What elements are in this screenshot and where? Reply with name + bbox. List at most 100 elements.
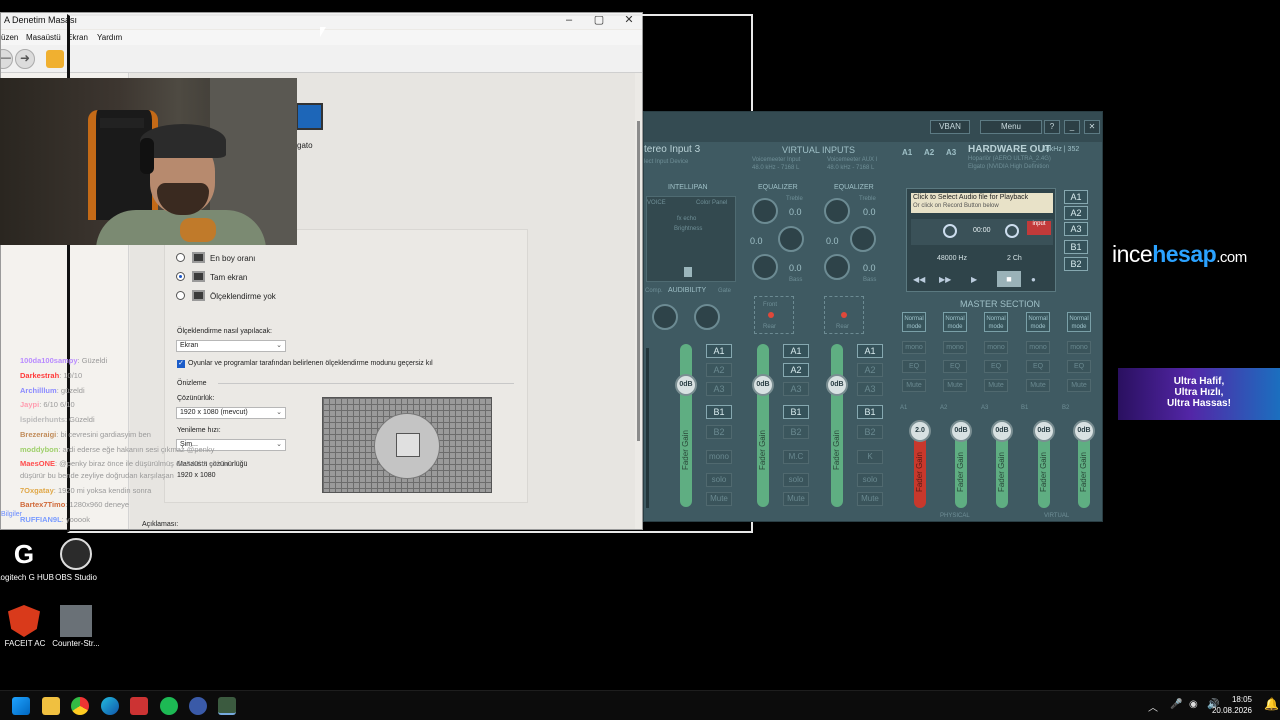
route-b2-button[interactable]: B2 [706,425,732,439]
player-b2-button[interactable]: B2 [1064,257,1088,271]
rewind-icon[interactable]: ◀◀ [913,275,925,284]
vi2-b2-button[interactable]: B2 [857,425,883,439]
master-a2-mute[interactable]: Mute [943,379,967,392]
strip-3-fader-knob[interactable]: 0dB [675,374,697,396]
help-button[interactable]: ? [1044,120,1060,134]
master-a1-eq[interactable]: EQ [902,360,926,373]
eq-1-knob-c[interactable] [752,254,778,280]
minimize-button[interactable]: _ [1064,120,1080,134]
player-b1-button[interactable]: B1 [1064,240,1088,254]
edge-icon[interactable] [101,697,119,715]
master-b1-mono[interactable]: mono [1026,341,1050,354]
eq-2-knob-c[interactable] [824,254,850,280]
faceit-ac-icon[interactable] [8,605,40,637]
hw-select-a3[interactable]: A3 [946,148,956,157]
record-icon[interactable]: ● [1031,275,1036,284]
vi1-a3-button[interactable]: A3 [783,382,809,396]
route-a2-button[interactable]: A2 [706,363,732,377]
vi2-a2-button[interactable]: A2 [857,363,883,377]
master-a2-mode[interactable]: Normal mode [943,312,967,332]
play-icon[interactable]: ▶ [971,275,977,284]
eq-1-knob-b[interactable] [778,226,804,252]
vi2-solo-button[interactable]: solo [857,473,883,487]
master-a3-mono[interactable]: mono [984,341,1008,354]
fast-forward-icon[interactable]: ▶▶ [939,275,951,284]
pan-2-dot[interactable] [841,312,847,318]
vi2-fader-knob[interactable]: 0dB [826,374,848,396]
spotify-icon[interactable] [160,697,178,715]
route-a1-button[interactable]: A1 [706,344,732,358]
steam-icon[interactable] [189,697,207,715]
menu-item-edit[interactable]: üzen [1,33,18,42]
master-b1-fader-knob[interactable]: 0dB [1033,420,1055,442]
vi1-fader[interactable] [757,344,769,507]
obs-studio-icon[interactable] [60,538,92,570]
eq-2-knob-b[interactable] [850,226,876,252]
eq-2-knob-a[interactable] [824,198,850,224]
master-a3-eq[interactable]: EQ [984,360,1008,373]
system-clock[interactable]: 18:05 20.08.2026 [1212,694,1252,716]
eq-1-knob-a[interactable] [752,198,778,224]
back-icon[interactable]: ⟵ [1,49,13,69]
comp-knob[interactable] [652,304,678,330]
master-a1-mono[interactable]: mono [902,341,926,354]
vi2-fader[interactable] [831,344,843,507]
solo-button[interactable]: solo [706,473,732,487]
master-a2-mono[interactable]: mono [943,341,967,354]
master-b2-mode[interactable]: Normal mode [1067,312,1091,332]
master-b1-mute[interactable]: Mute [1026,379,1050,392]
master-a3-fader-knob[interactable]: 0dB [991,420,1013,442]
chrome-icon[interactable] [71,697,89,715]
gate-knob[interactable] [694,304,720,330]
mute-button[interactable]: Mute [706,492,732,506]
hw-select-a1[interactable]: A1 [902,148,912,157]
voicemeeter-taskbar-icon[interactable] [218,697,236,715]
master-b2-eq[interactable]: EQ [1067,360,1091,373]
counter-strike-label[interactable]: Counter-Str... [41,639,111,649]
vi1-b1-button[interactable]: B1 [783,405,809,419]
windows-start-icon[interactable] [12,697,30,715]
info-link[interactable]: Bilgiler [1,511,22,518]
notification-icon[interactable]: 🔔 [1264,697,1279,711]
vi1-b2-button[interactable]: B2 [783,425,809,439]
pan-1-dot[interactable] [768,312,774,318]
obs-recording-icon[interactable] [130,697,148,715]
intellipan-handle[interactable] [684,267,692,277]
master-a3-mode[interactable]: Normal mode [984,312,1008,332]
file-explorer-icon[interactable] [42,697,60,715]
player-a2-button[interactable]: A2 [1064,206,1088,220]
master-a1-fader-knob[interactable]: 2.0 [909,420,931,442]
network-icon[interactable]: ◉ [1189,699,1198,710]
vi1-a1-button[interactable]: A1 [783,344,809,358]
vban-button[interactable]: VBAN [930,120,970,134]
master-b1-eq[interactable]: EQ [1026,360,1050,373]
master-a1-mute[interactable]: Mute [902,379,926,392]
master-a2-fader-knob[interactable]: 0dB [950,420,972,442]
master-a2-eq[interactable]: EQ [943,360,967,373]
microphone-icon[interactable]: 🎤 [1170,699,1182,710]
master-b2-mute[interactable]: Mute [1067,379,1091,392]
counter-strike-icon[interactable] [60,605,92,637]
master-b2-mono[interactable]: mono [1067,341,1091,354]
master-a1-mode[interactable]: Normal mode [902,312,926,332]
master-a3-mute[interactable]: Mute [984,379,1008,392]
master-b1-mode[interactable]: Normal mode [1026,312,1050,332]
vi1-mute-button[interactable]: Mute [783,492,809,506]
master-b2-fader-knob[interactable]: 0dB [1073,420,1095,442]
obs-studio-label[interactable]: OBS Studio [41,573,111,583]
logitech-ghub-icon[interactable]: G [8,538,40,570]
vi2-mute-button[interactable]: Mute [857,492,883,506]
player-a3-button[interactable]: A3 [1064,222,1088,236]
menu-button[interactable]: Menu [980,120,1042,134]
player-a1-button[interactable]: A1 [1064,190,1088,204]
vi2-b1-button[interactable]: B1 [857,405,883,419]
menu-item-desktop[interactable]: Masaüstü [26,33,61,42]
stereo-input-title[interactable]: tereo Input 3 [644,144,700,155]
chevron-up-icon[interactable]: ︿ [1148,699,1158,714]
vi2-a3-button[interactable]: A3 [857,382,883,396]
route-b1-button[interactable]: B1 [706,405,732,419]
home-icon[interactable] [46,50,64,68]
hw-select-a2[interactable]: A2 [924,148,934,157]
vi1-solo-button[interactable]: solo [783,473,809,487]
vi2-a1-button[interactable]: A1 [857,344,883,358]
